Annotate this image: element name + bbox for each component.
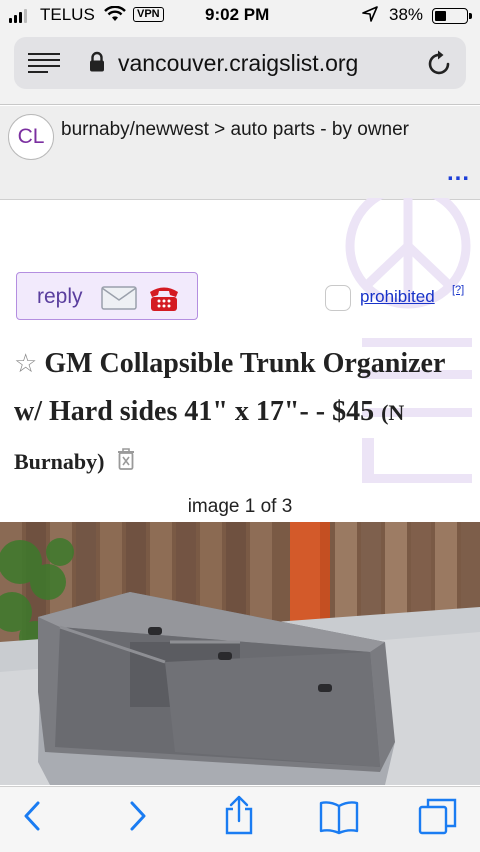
vpn-badge: VPN [133,7,164,22]
location-arrow-icon [362,6,378,27]
browser-toolbar: vancouver.craigslist.org [0,30,480,105]
address-bar[interactable]: vancouver.craigslist.org [14,37,466,89]
share-icon[interactable] [223,795,255,840]
battery-percent: 38% [389,5,424,24]
clock: 9:02 PM [205,5,270,24]
wifi-icon [104,5,126,27]
phone-icon [147,283,181,318]
url-text[interactable]: vancouver.craigslist.org [118,50,358,77]
chevron-right-icon[interactable] [126,799,150,838]
more-options-button[interactable]: ... [447,161,470,185]
breadcrumb-area-link[interactable]: burnaby/newwest [61,119,209,140]
favorite-star-icon[interactable]: ☆ [14,349,37,378]
posting-title: ☆ GM Collapsible Trunk Organizer w/ Hard… [14,340,474,487]
status-bar: TELUS VPN 9:02 PM 38% [0,0,480,30]
breadcrumb-separator: > [208,119,231,140]
site-header: CL burnaby/newwest > auto parts - by own… [0,106,480,200]
trash-icon[interactable] [115,439,137,487]
image-counter: image 1 of 3 [187,496,293,517]
book-icon[interactable] [318,799,360,840]
reply-label: reply [37,285,83,308]
reply-button[interactable]: reply [16,272,198,320]
signal-icon [9,9,27,23]
carrier-name: TELUS [40,5,95,24]
breadcrumb: burnaby/newwest > auto parts - by owner [61,119,409,141]
reload-icon[interactable] [427,49,453,82]
browser-bottom-toolbar [0,786,480,852]
mail-icon [101,286,137,315]
menu-icon[interactable] [28,53,60,73]
lock-icon [89,51,105,78]
prohibited-link[interactable]: prohibited [360,287,435,307]
listing-photo[interactable] [0,522,480,785]
prohibited-help-link[interactable]: [?] [452,284,464,296]
prohibited-checkbox[interactable] [325,285,351,311]
battery-icon [432,8,472,24]
breadcrumb-category-link[interactable]: auto parts - by owner [231,119,409,140]
craigslist-logo[interactable]: CL [8,114,54,160]
tabs-icon[interactable] [418,797,458,842]
chevron-left-icon[interactable] [20,799,44,838]
